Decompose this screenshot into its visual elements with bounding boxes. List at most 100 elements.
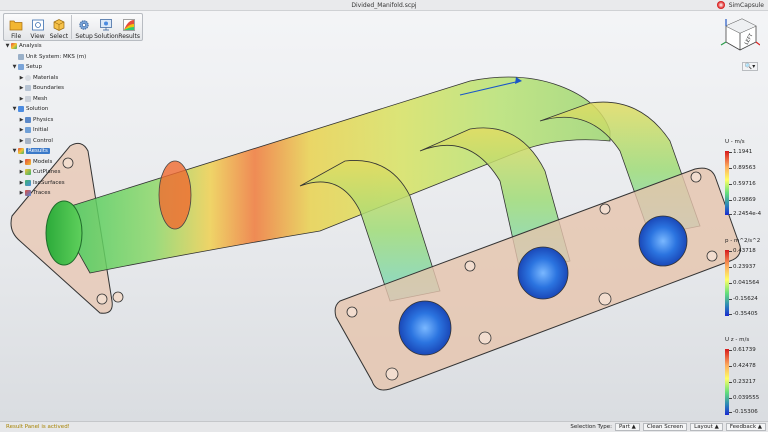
layout-button[interactable]: Layout ▲ [690,423,723,431]
legend-tick: 0.041564 [728,280,760,286]
solution-label: Solution [94,33,119,40]
clean-screen-button[interactable]: Clean Screen [642,423,688,431]
legend-title: p - m^2/s^2 [725,238,761,244]
collapse-arrow-icon[interactable]: ▼ [11,148,18,154]
materials-icon [25,74,31,81]
part-label: Part [619,424,630,430]
legend-pressure: p - m^2/s^2 0.43718 0.23937 0.041564 -0.… [722,238,768,320]
expand-arrow-icon[interactable]: ▶ [18,96,25,102]
model-tree: ▼ Analysis Unit System: MKS (m) ▼ Setup … [4,41,114,199]
solution-icon [100,19,113,31]
3d-viewport[interactable] [0,11,768,421]
layout-label: Layout [694,424,713,430]
select-label: Select [49,33,69,40]
legend-tick: 0.89563 [729,165,756,171]
file-button[interactable]: File [6,15,26,40]
legend-tick: 0.29869 [729,197,756,203]
tree-label: Results [26,148,50,155]
part-selector-button[interactable]: Part ▲ [615,423,640,431]
gear-icon [79,20,89,30]
physics-icon [25,116,31,123]
unit-system-icon [18,53,24,60]
expand-arrow-icon[interactable]: ▶ [18,127,25,133]
legend-tick: 2.2454e-4 [728,211,762,217]
status-controls: Selection Type: Part ▲ Clean Screen Layo… [570,423,766,431]
tree-item-control[interactable]: ▶ Control [4,136,114,147]
view-icon [31,19,44,31]
expand-arrow-icon[interactable]: ▶ [18,138,25,144]
tree-item-models[interactable]: ▶ Models [4,157,114,168]
setup-icon [18,64,24,71]
file-label: File [11,33,22,40]
tree-item-initial[interactable]: ▶ Initial [4,125,114,136]
legend-tick: 1.1941 [728,149,753,155]
expand-arrow-icon[interactable]: ▶ [18,85,25,91]
legend-colorbar [725,151,729,215]
tree-item-setup[interactable]: ▼ Setup [4,62,114,73]
initial-icon [25,127,31,134]
collapse-arrow-icon[interactable]: ▼ [11,64,18,70]
results-button[interactable]: Results [118,15,140,40]
legend-velocity-z: U z - m/s 0.61739 0.42478 0.23217 0.0395… [722,337,768,421]
tree-label: Traces [33,190,51,197]
tree-item-cutplanes[interactable]: ▶ CutPlanes [4,167,114,178]
select-button[interactable]: Select [49,15,69,40]
app-name-area: SimCapsule [716,1,764,9]
tree-label: Boundaries [33,85,65,92]
app-name: SimCapsule [728,1,764,9]
tree-item-mesh[interactable]: ▶ Mesh [4,94,114,105]
tree-label: Mesh [33,95,48,102]
zoom-dropdown-button[interactable]: 🔍▾ [742,62,758,71]
tree-item-physics[interactable]: ▶ Physics [4,115,114,126]
app-logo-icon [716,1,725,9]
cutplanes-icon [25,169,31,176]
expand-arrow-icon[interactable]: ▶ [18,159,25,165]
tree-label: Solution [26,106,49,113]
magnifier-icon: 🔍▾ [744,63,756,70]
tree-label: Unit System: MKS (m) [26,53,87,60]
view-cube[interactable]: LEFT [720,14,760,54]
legend-tick: 0.039555 [728,395,760,401]
tree-label: Physics [33,116,54,123]
collapse-arrow-icon[interactable]: ▼ [4,43,11,49]
setup-button[interactable]: Setup [74,15,94,40]
tree-item-traces[interactable]: ▶ Traces [4,188,114,199]
collapse-arrow-icon[interactable]: ▼ [11,106,18,112]
expand-arrow-icon[interactable]: ▶ [18,117,25,123]
cutplane-section [158,160,192,230]
tree-item-isosurfaces[interactable]: ▶ IsoSurfaces [4,178,114,189]
status-message: Result Panel is actived! [6,424,70,430]
tree-label: Initial [33,127,49,134]
legend-tick: -0.35405 [729,311,758,317]
legend-tick: 0.42478 [729,363,756,369]
main-toolbar: File View Select Setup Solution Results [3,13,143,41]
setup-label: Setup [75,33,93,40]
expand-arrow-icon[interactable]: ▶ [18,190,25,196]
tree-label: Analysis [19,43,42,50]
folder-icon [9,20,23,31]
status-bar: Result Panel is actived! Selection Type:… [0,421,768,432]
tree-item-analysis[interactable]: ▼ Analysis [4,41,114,52]
tree-label: IsoSurfaces [33,179,65,186]
title-bar: Divided_Manifold.scpj SimCapsule [0,0,768,11]
expand-arrow-icon[interactable]: ▶ [18,75,25,81]
solution-button[interactable]: Solution [94,15,119,40]
tree-item-boundaries[interactable]: ▶ Boundaries [4,83,114,94]
tree-item-unit-system[interactable]: Unit System: MKS (m) [4,52,114,63]
tree-item-materials[interactable]: ▶ Materials [4,73,114,84]
legend-title: U z - m/s [725,337,750,343]
results-label: Results [118,33,140,40]
view-label: View [30,33,45,40]
tree-item-results[interactable]: ▼ Results [4,146,114,157]
tree-label: Materials [33,74,59,81]
tree-label: Models [33,158,53,165]
expand-arrow-icon[interactable]: ▶ [18,180,25,186]
expand-arrow-icon[interactable]: ▶ [18,169,25,175]
view-button[interactable]: View [27,15,47,40]
legend-tick: 0.23217 [729,379,756,385]
legend-tick: -0.15306 [729,409,758,415]
feedback-button[interactable]: Feedback ▲ [725,423,766,431]
feedback-label: Feedback [729,424,757,430]
tree-item-solution[interactable]: ▼ Solution [4,104,114,115]
cube-select-icon [53,19,65,31]
